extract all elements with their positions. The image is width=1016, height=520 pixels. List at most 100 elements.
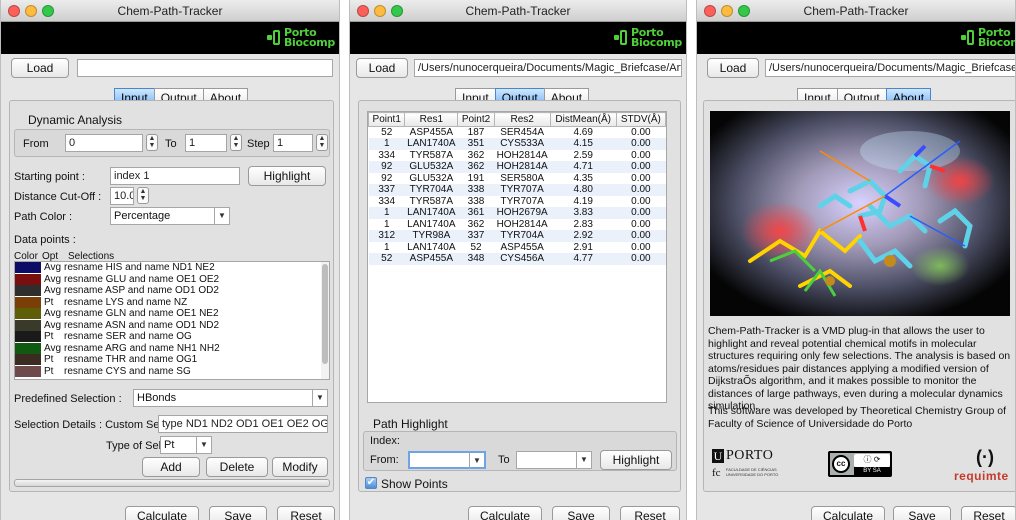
column-header[interactable]: Res2: [493, 112, 551, 127]
load-button[interactable]: Load: [707, 58, 759, 78]
step-field[interactable]: 1: [273, 134, 313, 152]
selection-text: resname GLU and name OE1 OE2: [64, 273, 220, 285]
table-cell: HOH2679A: [494, 207, 551, 219]
from-field[interactable]: 0: [65, 134, 143, 152]
table-cell: 4.19: [573, 195, 593, 207]
reset-button[interactable]: Reset: [277, 506, 335, 520]
selection-opt: Avg: [44, 342, 62, 354]
column-header[interactable]: Res1: [404, 112, 459, 127]
calculate-button[interactable]: Calculate: [125, 506, 199, 520]
starting-point-field[interactable]: index 1: [110, 167, 240, 185]
list-item[interactable]: Avg resname HIS and name ND1 NE2: [15, 262, 329, 274]
zoom-icon[interactable]: [42, 5, 54, 17]
step-label: Step: [247, 138, 270, 150]
table-cell: 4.15: [550, 138, 617, 150]
path-color-label: Path Color :: [14, 211, 73, 223]
table-cell: CYS533A: [494, 138, 551, 150]
table-row[interactable]: 1 LAN1740A 362 HOH2814A 2.83 0.00: [369, 219, 666, 231]
list-item[interactable]: Avg resname GLU and name OE1 OE2: [15, 273, 329, 286]
list-item[interactable]: Pt resname THR and name OG1: [15, 354, 329, 366]
list-item[interactable]: Pt resname CYS and name SG: [15, 365, 329, 378]
close-icon[interactable]: [704, 5, 716, 17]
selections-scrollbar[interactable]: [321, 262, 329, 379]
table-row[interactable]: 1 LAN1740A 361 HOH2679A 3.83 0.00: [368, 207, 666, 219]
header-banner: PortoBiocomp: [1, 22, 339, 54]
list-item[interactable]: Avg resname ASN and name OD1 ND2: [15, 319, 329, 332]
save-button[interactable]: Save: [209, 506, 267, 520]
minimize-icon[interactable]: [25, 5, 37, 17]
load-path-field[interactable]: [77, 59, 333, 77]
predefined-selection-select[interactable]: HBonds ▼: [133, 389, 328, 407]
selections-list[interactable]: Avg resname HIS and name ND1 NE2 Avg resnam…: [14, 261, 330, 380]
table-cell: 4.71: [550, 161, 617, 173]
delete-button[interactable]: Delete: [206, 457, 268, 477]
highlight-button[interactable]: Highlight: [248, 166, 326, 186]
load-button[interactable]: Load: [356, 58, 408, 78]
add-button[interactable]: Add: [142, 457, 200, 477]
table-row[interactable]: 1 LAN1740A 351 CYS533A 4.15 0.00: [368, 138, 666, 150]
zoom-icon[interactable]: [391, 5, 403, 17]
list-item[interactable]: Avg resname ARG and name NH1 NH2: [15, 342, 329, 355]
list-item[interactable]: Avg resname GLN and name OE1 NE2: [15, 308, 329, 320]
calculate-button[interactable]: Calculate: [811, 506, 885, 520]
highlight-button[interactable]: Highlight: [600, 450, 672, 470]
path-color-select[interactable]: Percentage ▼: [110, 207, 230, 225]
distance-cutoff-field[interactable]: 10.0: [110, 187, 134, 205]
save-button[interactable]: Save: [552, 506, 610, 520]
color-swatch: [15, 365, 41, 377]
color-swatch: [15, 273, 41, 285]
show-points-checkbox[interactable]: ✔: [365, 477, 377, 489]
table-cell: TYR587A: [409, 149, 454, 161]
zoom-icon[interactable]: [738, 5, 750, 17]
table-row[interactable]: 312 TYR98A 337 TYR704A 2.92 0.00: [368, 230, 666, 242]
minimize-icon[interactable]: [374, 5, 386, 17]
table-row[interactable]: 92 GLU532A 191 SER580A 4.35 0.00: [369, 173, 666, 185]
table-cell: 0.00: [631, 241, 651, 253]
close-icon[interactable]: [357, 5, 369, 17]
table-row[interactable]: 52 ASP455A 187 SER454A 4.69 0.00: [369, 127, 666, 139]
column-header[interactable]: DistMean(Å): [549, 112, 617, 127]
modify-button[interactable]: Modify: [272, 457, 328, 477]
list-item[interactable]: Avg resname ASP and name OD1 OD2: [15, 285, 329, 297]
table-cell: HOH2814A: [496, 218, 548, 230]
table-cell: 187: [467, 127, 485, 138]
column-header[interactable]: Point1: [367, 112, 406, 127]
type-of-sel-select[interactable]: Pt ▼: [160, 436, 212, 454]
table-row[interactable]: 334 TYR587A 338 TYR707A 4.19 0.00: [369, 196, 666, 208]
reset-button[interactable]: Reset: [620, 506, 680, 520]
distance-cutoff-label: Distance Cut-Off :: [14, 191, 102, 203]
list-item[interactable]: Pt resname LYS and name NZ: [15, 296, 329, 309]
list-item[interactable]: Pt resname SER and name OG: [15, 331, 329, 343]
table-row[interactable]: 1 LAN1740A 52 ASP455A 2.91 0.00: [369, 242, 666, 254]
column-header[interactable]: STDV(Å): [615, 112, 667, 127]
to-field[interactable]: 1: [185, 134, 227, 152]
custom-sel-field[interactable]: type ND1 ND2 OD1 OE1 OE2 OG OG1 N: [158, 415, 328, 433]
reset-button[interactable]: Reset: [961, 506, 1015, 520]
scroll-thumb[interactable]: [322, 264, 328, 364]
step-stepper[interactable]: ▲ ▼: [316, 134, 328, 151]
from-select[interactable]: ▼: [408, 451, 486, 469]
load-button[interactable]: Load: [11, 58, 69, 78]
selection-text: resname LYS and name NZ: [64, 296, 188, 308]
table-row[interactable]: 337 TYR704A 338 TYR707A 4.80 0.00: [368, 184, 666, 196]
progress-bar: [14, 479, 330, 487]
table-cell: CYS456A: [494, 253, 551, 265]
table-row[interactable]: 52 ASP455A 348 CYS456A 4.77 0.00: [368, 253, 666, 265]
save-button[interactable]: Save: [893, 506, 951, 520]
to-select[interactable]: ▼: [516, 451, 592, 469]
about-credits: This software was developed by Theoretic…: [708, 405, 1007, 430]
to-stepper[interactable]: ▲ ▼: [230, 134, 242, 151]
minimize-icon[interactable]: [721, 5, 733, 17]
from-stepper[interactable]: ▲ ▼: [146, 134, 158, 151]
table-row[interactable]: 92 GLU532A 362 HOH2814A 4.71 0.00: [368, 161, 666, 173]
calculate-button[interactable]: Calculate: [468, 506, 542, 520]
table-cell: 2.92: [550, 230, 617, 242]
load-path-field[interactable]: /Users/nunocerqueira/Documents/Magic_Bri…: [765, 59, 1015, 77]
load-path-field[interactable]: /Users/nunocerqueira/Documents/Magic_Bri…: [414, 59, 682, 77]
selection-text: resname HIS and name ND1 NE2: [64, 262, 215, 274]
distance-stepper[interactable]: ▲ ▼: [137, 187, 149, 204]
close-icon[interactable]: [8, 5, 20, 17]
column-header[interactable]: Point2: [457, 112, 495, 127]
table-row[interactable]: 334 TYR587A 362 HOH2814A 2.59 0.00: [369, 150, 666, 162]
window-input: Chem-Path-Tracker Porto Biocomp Load Inpu…: [0, 0, 340, 520]
